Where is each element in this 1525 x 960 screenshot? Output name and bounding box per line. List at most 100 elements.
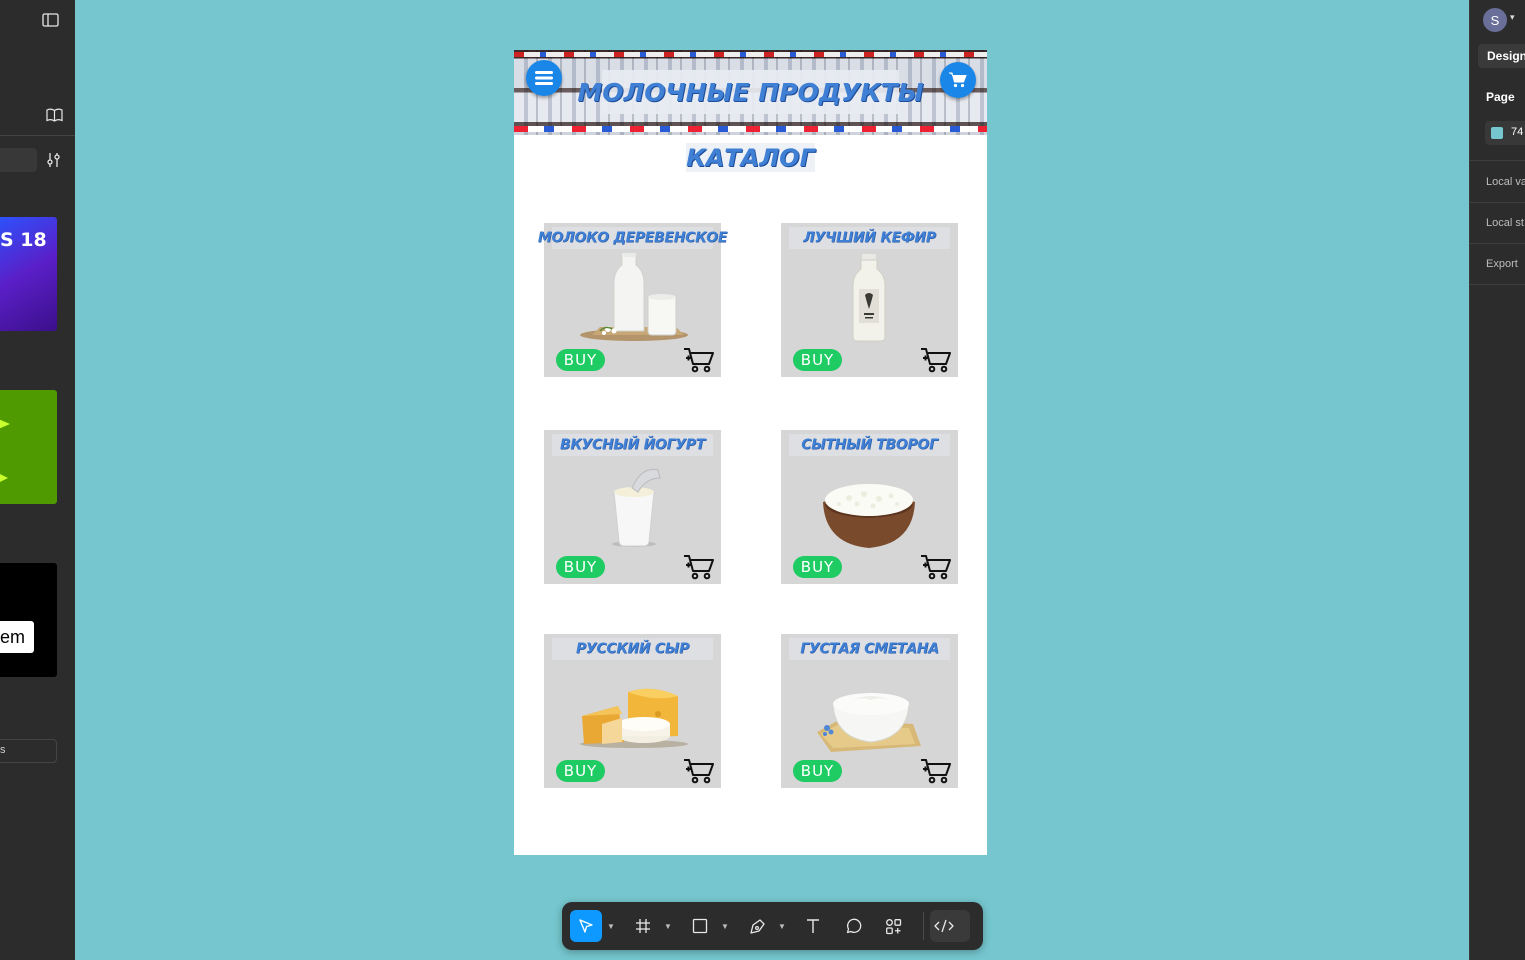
catalog-heading-box: КАТАЛОГ xyxy=(686,143,815,172)
product-title: ЛУЧШИЙ КЕФИР xyxy=(803,230,936,246)
buy-button[interactable]: BUY xyxy=(556,556,605,578)
page-thumbnail[interactable] xyxy=(0,390,57,504)
yogurt-image xyxy=(612,468,661,547)
panel-text-field[interactable]: s xyxy=(0,739,57,763)
frame-tool-button[interactable] xyxy=(630,910,656,942)
thumbnail-button: em xyxy=(0,621,34,653)
buy-label: BUY xyxy=(563,558,598,576)
dev-mode-toggle[interactable] xyxy=(930,910,970,942)
section-label-local-styles[interactable]: Local st xyxy=(1486,217,1524,229)
kefir-image xyxy=(852,254,886,342)
buy-button[interactable]: BUY xyxy=(556,349,605,371)
page-title: МОЛОЧНЫЕ ПРОДУКТЫ xyxy=(577,77,924,107)
comment-tool-button[interactable] xyxy=(840,910,866,942)
text-icon xyxy=(807,919,819,933)
actions-tool-button[interactable] xyxy=(880,910,906,942)
avatar[interactable]: S xyxy=(1483,8,1507,32)
shape-tool-button[interactable] xyxy=(687,910,713,942)
pen-tool-button[interactable] xyxy=(744,910,770,942)
menu-button[interactable] xyxy=(526,60,562,96)
page-color-value: 74 xyxy=(1511,126,1524,138)
add-to-cart-icon[interactable] xyxy=(920,554,952,580)
section-divider xyxy=(1470,284,1525,285)
library-book-icon[interactable] xyxy=(45,107,63,123)
product-card[interactable]: ЛУЧШИЙ КЕФИР BUY xyxy=(781,223,958,377)
section-label-export[interactable]: Export xyxy=(1486,258,1518,270)
section-divider xyxy=(1470,202,1525,203)
product-title-box: ВКУСНЫЙ ЙОГУРТ xyxy=(552,434,713,456)
panel-field-value: s xyxy=(0,744,6,756)
buy-button[interactable]: BUY xyxy=(556,760,605,782)
tab-design-label: Design xyxy=(1487,49,1525,63)
shopping-cart-icon xyxy=(949,72,967,88)
buy-button[interactable]: BUY xyxy=(793,556,842,578)
buy-button[interactable]: BUY xyxy=(793,760,842,782)
cheese-image xyxy=(580,688,688,748)
toolbar-divider xyxy=(923,912,924,940)
thumbnail-label: S 18 xyxy=(0,229,47,251)
product-card[interactable]: ВКУСНЫЙ ЙОГУРТ BUY xyxy=(544,430,721,584)
add-to-cart-icon[interactable] xyxy=(920,758,952,784)
hero-banner: МОЛОЧНЫЕ ПРОДУКТЫ xyxy=(514,50,987,135)
section-divider xyxy=(1470,160,1525,161)
actions-icon xyxy=(885,918,901,934)
cart-button[interactable] xyxy=(940,62,976,98)
shelf-price-tags xyxy=(514,126,987,132)
hamburger-icon xyxy=(535,71,553,85)
bottom-toolbar: ▼ ▼ ▼ ▼ xyxy=(562,902,983,950)
section-label-page: Page xyxy=(1486,90,1515,104)
product-card[interactable]: ГУСТАЯ СМЕТАНА BUY xyxy=(781,634,958,788)
pen-icon xyxy=(749,918,765,934)
frame-icon xyxy=(636,919,650,933)
thumbnail-label: em xyxy=(0,626,26,647)
arrow-shape-icon xyxy=(0,472,8,484)
add-to-cart-icon[interactable] xyxy=(683,554,715,580)
panel-divider xyxy=(0,135,75,136)
buy-label: BUY xyxy=(800,351,835,369)
catalog-title: КАТАЛОГ xyxy=(686,143,815,172)
product-title: МОЛОКО ДЕРЕВЕНСКОЕ xyxy=(537,230,728,246)
shelf-price-tags xyxy=(514,52,987,57)
product-title: РУССКИЙ СЫР xyxy=(575,641,690,657)
text-tool-button[interactable] xyxy=(800,910,826,942)
move-tool-button[interactable] xyxy=(570,910,602,942)
product-card[interactable]: СЫТНЫЙ ТВОРОГ BUY xyxy=(781,430,958,584)
comment-icon xyxy=(846,918,861,933)
product-card[interactable]: РУССКИЙ СЫР BUY xyxy=(544,634,721,788)
page-thumbnail[interactable]: em xyxy=(0,563,57,677)
chevron-down-icon[interactable]: ▼ xyxy=(607,922,615,931)
product-card[interactable]: МОЛОКО ДЕРЕВЕНСКОЕ BUY xyxy=(538,223,727,377)
chevron-down-icon[interactable]: ▼ xyxy=(664,922,672,931)
product-title-box: МОЛОКО ДЕРЕВЕНСКОЕ xyxy=(538,227,727,249)
buy-label: BUY xyxy=(800,762,835,780)
product-title-box: СЫТНЫЙ ТВОРОГ xyxy=(789,434,950,456)
page-thumbnail[interactable]: S 18 xyxy=(0,217,57,331)
dev-mode-icon xyxy=(934,919,954,933)
add-to-cart-icon[interactable] xyxy=(920,347,952,373)
color-swatch[interactable] xyxy=(1491,127,1503,139)
product-title: ГУСТАЯ СМЕТАНА xyxy=(800,641,939,657)
cottage-cheese-image xyxy=(823,484,915,548)
buy-button[interactable]: BUY xyxy=(793,349,842,371)
product-title-box: ЛУЧШИЙ КЕФИР xyxy=(789,227,950,249)
add-to-cart-icon[interactable] xyxy=(683,758,715,784)
rectangle-icon xyxy=(692,918,708,934)
mobile-frame[interactable]: МОЛОЧНЫЕ ПРОДУКТЫ КАТАЛОГ МОЛОКО ДЕРЕВЕН… xyxy=(514,50,987,855)
chevron-down-icon[interactable]: ▾ xyxy=(1510,12,1515,23)
move-icon xyxy=(579,919,593,933)
add-to-cart-icon[interactable] xyxy=(683,347,715,373)
search-input[interactable] xyxy=(0,148,37,172)
tab-design[interactable]: Design xyxy=(1478,44,1525,68)
panel-toggle-icon[interactable] xyxy=(41,11,59,29)
product-title: СЫТНЫЙ ТВОРОГ xyxy=(801,437,938,453)
buy-label: BUY xyxy=(563,351,598,369)
filter-settings-icon[interactable] xyxy=(45,151,63,169)
page-color-field[interactable]: 74 xyxy=(1485,121,1525,145)
section-label-local-variables[interactable]: Local va xyxy=(1486,176,1525,188)
buy-label: BUY xyxy=(563,762,598,780)
chevron-down-icon[interactable]: ▼ xyxy=(778,922,786,931)
chevron-down-icon[interactable]: ▼ xyxy=(721,922,729,931)
avatar-initial: S xyxy=(1490,12,1500,28)
milk-image xyxy=(580,253,688,341)
product-title-box: РУССКИЙ СЫР xyxy=(552,638,713,660)
